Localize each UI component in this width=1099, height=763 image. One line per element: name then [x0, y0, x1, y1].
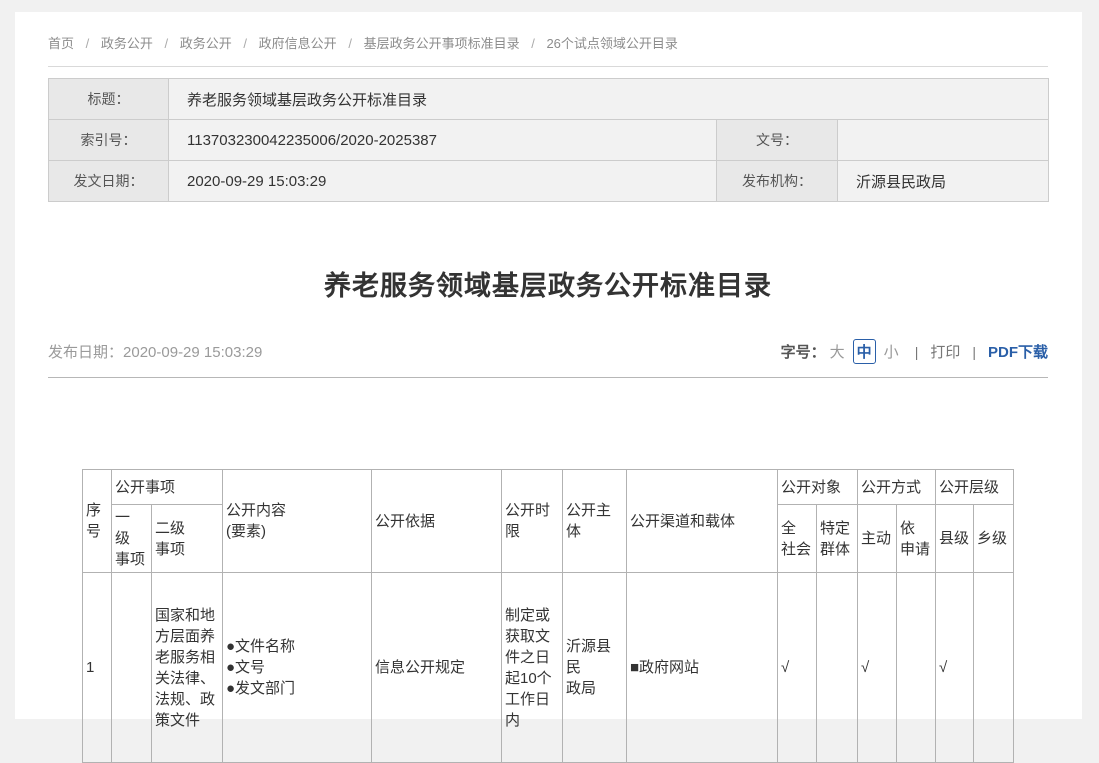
font-size-small-button[interactable]: 小: [884, 341, 899, 362]
meta-agency-label: 发布机构：: [717, 161, 838, 202]
header-on-request: 依 申请: [897, 505, 936, 573]
meta-row-title: 标题： 养老服务领域基层政务公开标准目录: [49, 79, 1049, 120]
header-proactive: 主动: [858, 505, 897, 573]
meta-title-label: 标题：: [49, 79, 169, 120]
meta-index-value: 113703230042235006/2020-2025387: [169, 120, 717, 161]
header-township: 乡级: [974, 505, 1014, 573]
meta-docnum-value: [838, 120, 1049, 161]
cell-time-limit: 制定或 获取文 件之日 起10个 工作日 内: [501, 573, 562, 763]
cell-proactive: √: [858, 573, 897, 763]
header-content: 公开内容 (要素): [222, 470, 371, 573]
meta-index-label: 索引号：: [49, 120, 169, 161]
header-channel: 公开渠道和载体: [626, 470, 777, 573]
meta-docnum-label: 文号：: [717, 120, 838, 161]
doc-meta-table: 标题： 养老服务领域基层政务公开标准目录 索引号： 11370323004223…: [48, 78, 1049, 202]
header-audience-group: 公开对象: [777, 470, 857, 505]
breadcrumb: 首页 / 政务公开 / 政务公开 / 政府信息公开 / 基层政务公开事项标准目录…: [48, 12, 1048, 67]
font-size-label: 字号：: [781, 341, 826, 362]
divider-pipe: |: [915, 344, 919, 360]
publish-date-label: 发布日期：: [48, 344, 123, 361]
cell-on-request: [897, 573, 936, 763]
header-level2: 二级 事项: [151, 505, 222, 573]
breadcrumb-item-home[interactable]: 首页: [48, 36, 74, 51]
font-size-medium-button[interactable]: 中: [853, 339, 876, 364]
meta-date-value: 2020-09-29 15:03:29: [169, 161, 717, 202]
breadcrumb-item-standard-catalog[interactable]: 基层政务公开事项标准目录: [364, 36, 520, 51]
meta-agency-value: 沂源县民政局: [838, 161, 1049, 202]
breadcrumb-item-pilot-areas[interactable]: 26个试点领域公开目录: [546, 36, 677, 51]
header-all-society: 全 社会: [777, 505, 816, 573]
breadcrumb-item-gov-info[interactable]: 政府信息公开: [259, 36, 337, 51]
header-county: 县级: [936, 505, 974, 573]
meta-row-index: 索引号： 113703230042235006/2020-2025387 文号：: [49, 120, 1049, 161]
page-title: 养老服务领域基层政务公开标准目录: [48, 264, 1048, 303]
cell-all-society: √: [777, 573, 816, 763]
catalog-row-1: 1 国家和地 方层面养 老服务相 关法律、 法规、政 策文件 ●文件名称 ●文号…: [82, 573, 1013, 763]
cell-subject: 沂源县民 政局: [562, 573, 626, 763]
header-items-group: 公开事项: [111, 470, 222, 505]
cell-serial: 1: [82, 573, 111, 763]
header-level1: 一 级 事项: [111, 505, 151, 573]
breadcrumb-separator: /: [531, 36, 535, 51]
header-time-limit: 公开时 限: [501, 470, 562, 573]
publish-date: 发布日期：2020-09-29 15:03:29: [48, 341, 262, 362]
cell-content: ●文件名称 ●文号 ●发文部门: [222, 573, 371, 763]
meta-title-value: 养老服务领域基层政务公开标准目录: [169, 79, 1049, 120]
breadcrumb-separator: /: [165, 36, 169, 51]
cell-channel: ■政府网站: [626, 573, 777, 763]
cell-specific-group: [816, 573, 857, 763]
catalog-header-row-1: 序 号 公开事项 公开内容 (要素) 公开依据 公开时 限 公开主体 公开渠道和…: [82, 470, 1013, 505]
breadcrumb-separator: /: [348, 36, 352, 51]
content-card: 首页 / 政务公开 / 政务公开 / 政府信息公开 / 基层政务公开事项标准目录…: [15, 12, 1082, 719]
header-basis: 公开依据: [371, 470, 501, 573]
breadcrumb-item-zwgk-1[interactable]: 政务公开: [101, 36, 153, 51]
header-specific-group: 特定 群体: [816, 505, 857, 573]
header-subject: 公开主体: [562, 470, 626, 573]
divider-pipe: |: [972, 344, 976, 360]
article-tools: 字号： 大 中 小 | 打印 | PDF下载: [781, 339, 1048, 364]
breadcrumb-item-zwgk-2[interactable]: 政务公开: [180, 36, 232, 51]
article-meta-bar: 发布日期：2020-09-29 15:03:29 字号： 大 中 小 | 打印 …: [48, 339, 1048, 378]
publish-date-value: 2020-09-29 15:03:29: [123, 344, 262, 361]
meta-date-label: 发文日期：: [49, 161, 169, 202]
print-button[interactable]: 打印: [930, 341, 960, 362]
cell-township: [974, 573, 1014, 763]
meta-row-date: 发文日期： 2020-09-29 15:03:29 发布机构： 沂源县民政局: [49, 161, 1049, 202]
header-method-group: 公开方式: [858, 470, 936, 505]
breadcrumb-separator: /: [86, 36, 90, 51]
cell-level2: 国家和地 方层面养 老服务相 关法律、 法规、政 策文件: [151, 573, 222, 763]
font-size-large-button[interactable]: 大: [830, 341, 845, 362]
pdf-download-button[interactable]: PDF下载: [988, 341, 1048, 362]
cell-basis: 信息公开规定: [371, 573, 501, 763]
breadcrumb-separator: /: [243, 36, 247, 51]
cell-level1: [111, 573, 151, 763]
header-level-group: 公开层级: [936, 470, 1014, 505]
cell-county: √: [936, 573, 974, 763]
header-serial: 序 号: [82, 470, 111, 573]
